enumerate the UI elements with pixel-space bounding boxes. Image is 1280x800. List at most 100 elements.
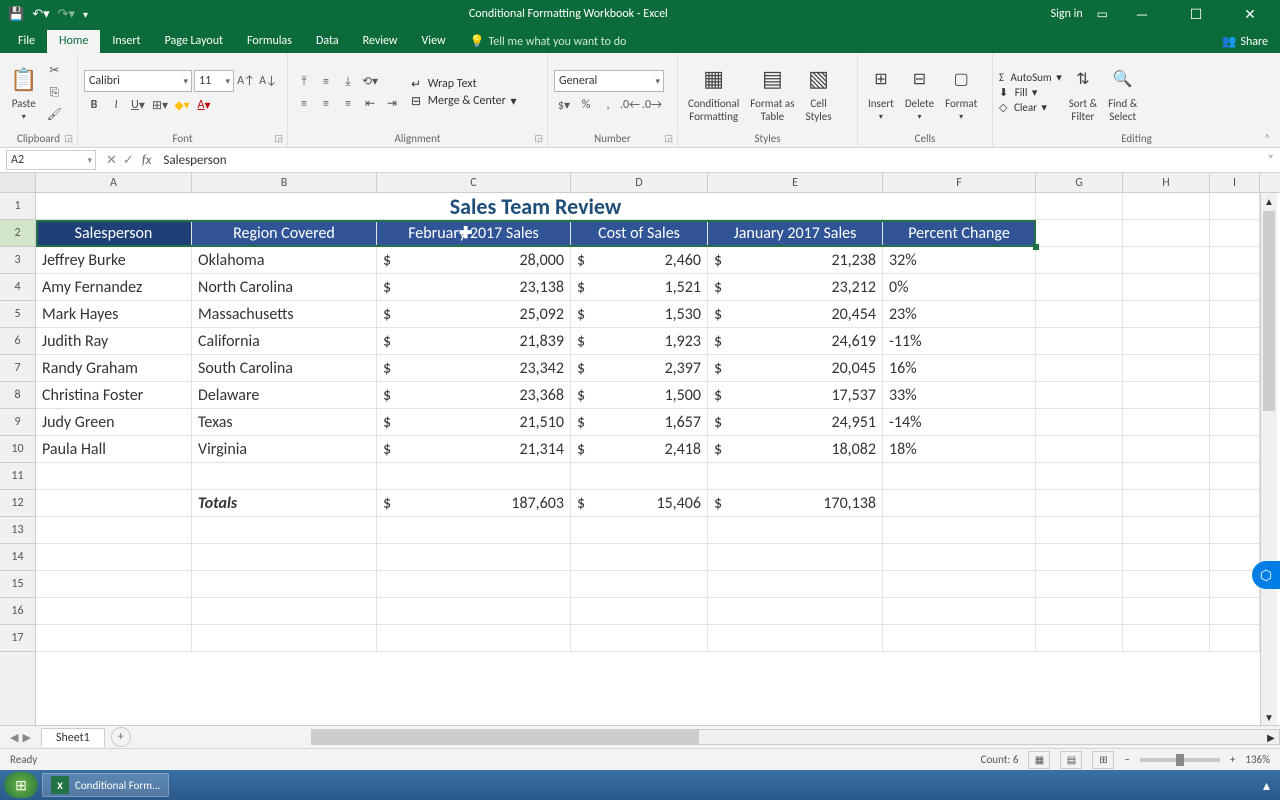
cell[interactable]	[36, 463, 192, 490]
align-middle-button[interactable]: ≡	[316, 72, 336, 92]
cell[interactable]	[377, 463, 571, 490]
cell[interactable]	[1036, 517, 1123, 544]
cell[interactable]	[883, 517, 1036, 544]
tab-review[interactable]: Review	[351, 30, 410, 53]
new-sheet-button[interactable]: +	[111, 727, 131, 747]
cell[interactable]: $21,839	[377, 328, 571, 355]
cell[interactable]	[1210, 301, 1260, 328]
ribbon-display-icon[interactable]: ▭	[1097, 7, 1108, 22]
cell[interactable]: $18,082	[708, 436, 883, 463]
cut-button[interactable]: ✂	[44, 61, 64, 81]
column-header-B[interactable]: B	[192, 173, 377, 192]
find-select-button[interactable]: 🔍Find & Select	[1104, 60, 1141, 126]
cell[interactable]	[1036, 436, 1123, 463]
close-button[interactable]: ✕	[1230, 6, 1270, 23]
cell[interactable]: -14%	[883, 409, 1036, 436]
cancel-formula-icon[interactable]: ✕	[106, 153, 117, 168]
cell[interactable]	[1123, 544, 1210, 571]
row-header-5[interactable]: 5	[0, 301, 35, 328]
horizontal-scrollbar[interactable]: ◀ ▶	[311, 729, 1280, 745]
cell[interactable]: Texas	[192, 409, 377, 436]
column-header-D[interactable]: D	[571, 173, 708, 192]
align-center-button[interactable]: ≡	[316, 94, 336, 114]
cell[interactable]: $21,510	[377, 409, 571, 436]
collapse-ribbon-icon[interactable]: ˄	[1264, 132, 1270, 145]
tell-me-search[interactable]: 💡Tell me what you want to do	[458, 30, 639, 53]
title-cell[interactable]: Sales Team Review	[36, 193, 1036, 220]
cell[interactable]: $2,460	[571, 247, 708, 274]
cell[interactable]	[571, 544, 708, 571]
cell[interactable]	[377, 517, 571, 544]
format-painter-button[interactable]: 🖌	[44, 105, 64, 125]
cell[interactable]: $23,212	[708, 274, 883, 301]
tab-file[interactable]: File	[6, 30, 47, 53]
fx-icon[interactable]: fx	[142, 153, 152, 168]
cell[interactable]: Massachusetts	[192, 301, 377, 328]
cell[interactable]	[708, 625, 883, 652]
vscroll-thumb[interactable]	[1263, 211, 1275, 411]
cell[interactable]	[1210, 463, 1260, 490]
cell[interactable]	[1123, 463, 1210, 490]
header-cell[interactable]: Salesperson	[36, 220, 192, 247]
cell[interactable]	[1036, 571, 1123, 598]
bold-button[interactable]: B	[84, 95, 104, 115]
save-icon[interactable]: 💾	[8, 7, 24, 22]
number-format-combo[interactable]: General	[554, 70, 664, 92]
cell[interactable]: $187,603	[377, 490, 571, 517]
cell[interactable]	[1123, 355, 1210, 382]
fill-button[interactable]: ⬇ Fill ▾	[999, 86, 1062, 99]
conditional-formatting-button[interactable]: ▦Conditional Formatting	[684, 60, 743, 126]
font-dialog-icon[interactable]: ◲	[274, 133, 283, 144]
merge-center-button[interactable]: ⊟ Merge & Center ▾	[411, 94, 517, 109]
cell[interactable]	[1123, 247, 1210, 274]
cell[interactable]	[1210, 544, 1260, 571]
taskbar-excel-button[interactable]: X Conditional Form...	[42, 773, 169, 797]
redo-icon[interactable]: ↷▾	[58, 7, 75, 22]
clear-button[interactable]: ◇ Clear ▾	[999, 101, 1062, 114]
font-size-combo[interactable]: 11	[194, 70, 234, 92]
header-cell[interactable]: February 2017 Sales	[377, 220, 571, 247]
italic-button[interactable]: I	[106, 95, 126, 115]
column-header-F[interactable]: F	[883, 173, 1036, 192]
cell[interactable]	[1036, 193, 1123, 220]
increase-decimal-button[interactable]: .0←	[620, 95, 640, 115]
cell[interactable]	[883, 544, 1036, 571]
cell[interactable]: $23,342	[377, 355, 571, 382]
cell[interactable]	[36, 544, 192, 571]
row-header-13[interactable]: 13	[0, 517, 35, 544]
cell[interactable]	[1036, 463, 1123, 490]
tab-page-layout[interactable]: Page Layout	[153, 30, 235, 53]
percent-format-button[interactable]: %	[576, 95, 596, 115]
cell[interactable]: $20,045	[708, 355, 883, 382]
row-header-3[interactable]: 3	[0, 247, 35, 274]
cell[interactable]: 16%	[883, 355, 1036, 382]
cell[interactable]	[1210, 436, 1260, 463]
hscroll-thumb[interactable]	[312, 730, 699, 744]
cell[interactable]	[1123, 328, 1210, 355]
cell[interactable]: 32%	[883, 247, 1036, 274]
tab-insert[interactable]: Insert	[100, 30, 152, 53]
name-box[interactable]: A2	[6, 150, 96, 170]
page-break-view-button[interactable]: ⊞	[1092, 751, 1114, 769]
decrease-font-button[interactable]: A↓	[258, 71, 278, 91]
cell[interactable]	[377, 625, 571, 652]
dropbox-badge-icon[interactable]: ⬡	[1252, 561, 1280, 589]
font-color-button[interactable]: A▾	[194, 95, 214, 115]
cell[interactable]	[1210, 247, 1260, 274]
cell[interactable]	[1210, 193, 1260, 220]
cell[interactable]	[708, 598, 883, 625]
header-cell[interactable]: Cost of Sales	[571, 220, 708, 247]
accounting-format-button[interactable]: $▾	[554, 95, 574, 115]
cell[interactable]	[1210, 355, 1260, 382]
sort-filter-button[interactable]: ⇅Sort & Filter	[1065, 60, 1101, 126]
cell[interactable]	[571, 517, 708, 544]
scroll-right-icon[interactable]: ▶	[1263, 730, 1279, 744]
cell[interactable]	[377, 544, 571, 571]
cell[interactable]	[708, 544, 883, 571]
cell[interactable]: $1,500	[571, 382, 708, 409]
scroll-down-icon[interactable]: ▼	[1261, 709, 1277, 725]
row-header-16[interactable]: 16	[0, 598, 35, 625]
column-header-G[interactable]: G	[1036, 173, 1123, 192]
zoom-level[interactable]: 136%	[1245, 753, 1270, 766]
minimize-button[interactable]: —	[1122, 6, 1162, 23]
